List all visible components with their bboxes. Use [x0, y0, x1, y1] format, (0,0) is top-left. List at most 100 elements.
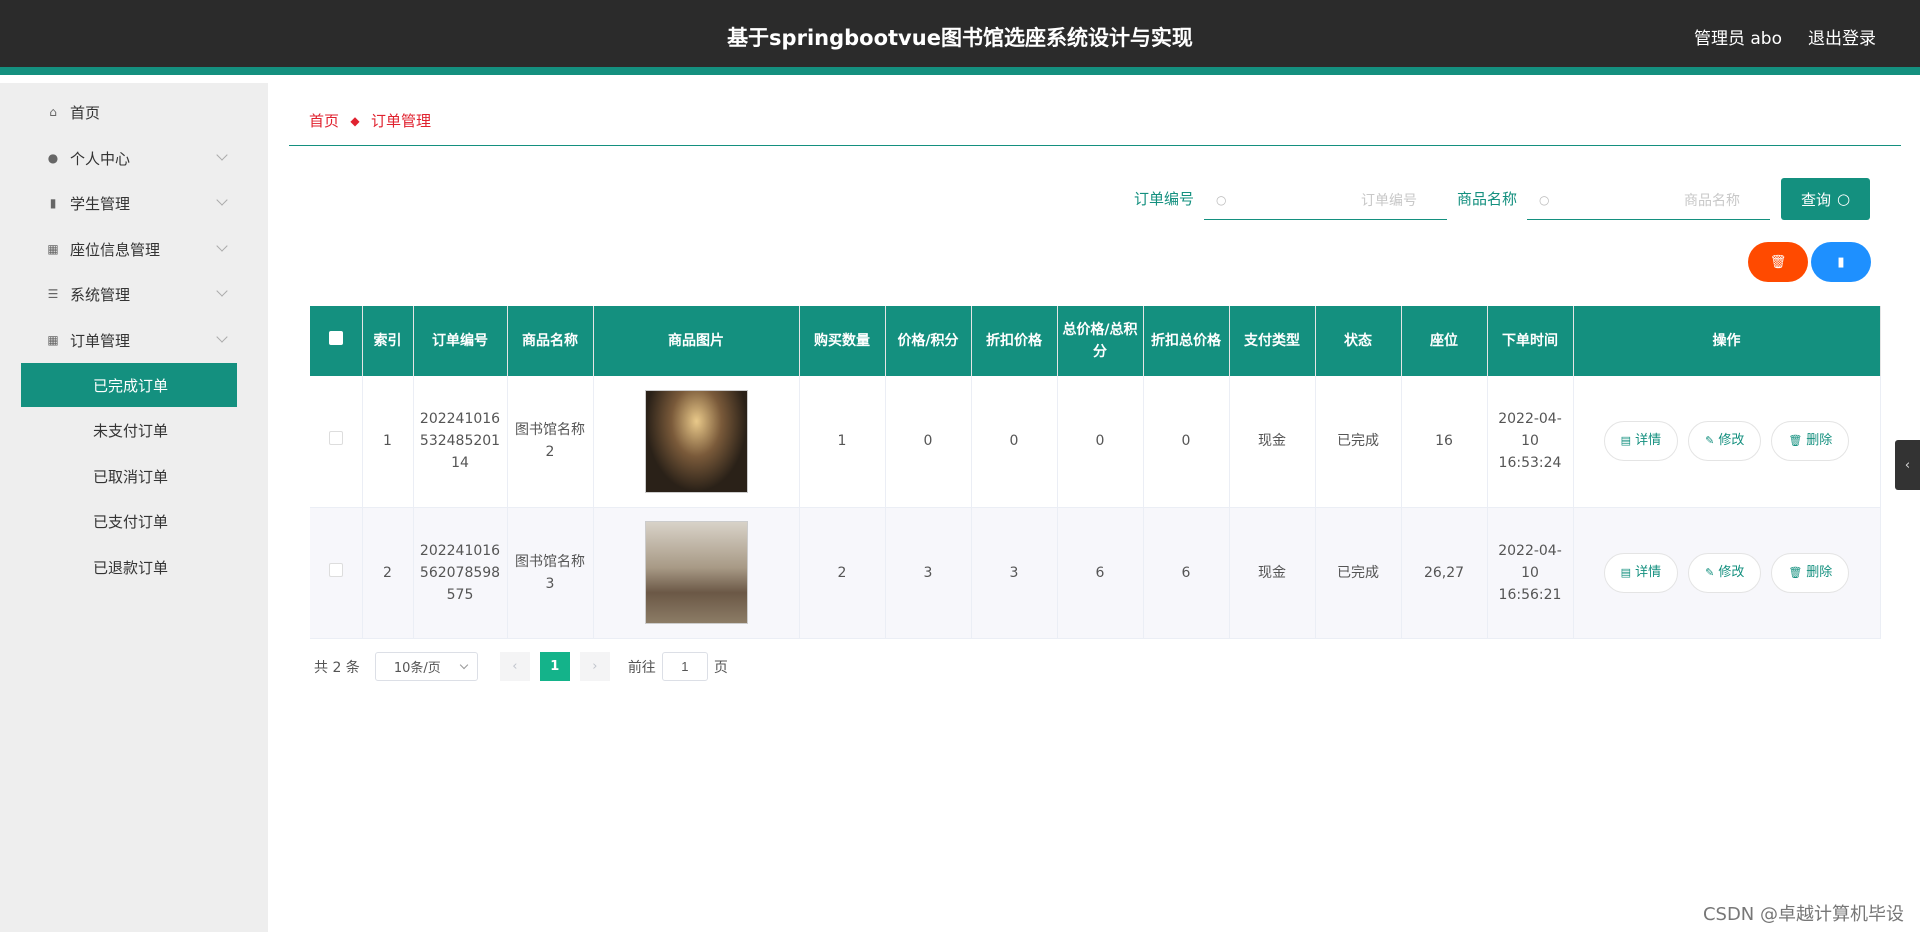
sidebar-subitem-paid-orders[interactable]: 已支付订单	[21, 499, 237, 543]
goto-suffix: 页	[713, 659, 728, 676]
order-no-search[interactable]: ○	[1204, 180, 1447, 220]
order-no-input[interactable]	[1226, 191, 1447, 208]
next-page-button[interactable]: ›	[579, 652, 610, 681]
sidebar-item-students[interactable]: ▮ 学生管理	[46, 183, 236, 223]
chevron-down-icon	[216, 240, 228, 252]
goto-prefix: 前往	[627, 659, 656, 676]
row-select-cell	[310, 507, 363, 639]
search-icon: ○	[1539, 192, 1550, 207]
column-header: 索引	[362, 306, 414, 376]
column-header: 支付类型	[1229, 306, 1316, 376]
sidebar-item-label: 系统管理	[70, 285, 131, 304]
sidebar-item-label: 首页	[70, 103, 101, 122]
total-cell: 0	[1057, 376, 1144, 508]
sidebar-item-orders[interactable]: ▦ 订单管理	[46, 320, 236, 360]
index-cell: 1	[362, 376, 414, 508]
actions-cell: ▤ 详情 ✎ 修改 🗑 删除	[1573, 376, 1881, 508]
search-icon: ○	[1836, 190, 1851, 208]
pagination: 共 2 条 10条/页 ‹ 1 › 前往 页	[314, 652, 728, 681]
sidebar-item-label: 订单管理	[70, 331, 131, 350]
page-number[interactable]: 1	[539, 652, 570, 681]
current-user: 管理员 abo	[1693, 29, 1782, 49]
collapse-tab[interactable]: ‹	[1895, 440, 1920, 490]
edit-label: 修改	[1718, 564, 1745, 580]
sidebar-subitem-cancelled-orders[interactable]: 已取消订单	[21, 454, 237, 498]
row-select-cell	[310, 376, 363, 508]
logout-link[interactable]: 退出登录	[1808, 24, 1876, 49]
column-header: 购买数量	[799, 306, 886, 376]
product-name-input[interactable]	[1549, 191, 1770, 208]
column-header: 座位	[1401, 306, 1488, 376]
sidebar-subitem-unpaid-orders[interactable]: 未支付订单	[21, 408, 237, 452]
sidebar-subitem-refunded-orders[interactable]: 已退款订单	[21, 545, 237, 589]
batch-delete-button[interactable]: 🗑	[1748, 242, 1808, 282]
table-header-row: 索引 订单编号 商品名称 商品图片 购买数量 价格/积分 折扣价格 总价格/总积…	[310, 306, 1881, 376]
delete-button[interactable]: 🗑 删除	[1771, 552, 1850, 593]
time-cell: 2022-04-10 16:56:21	[1487, 507, 1574, 639]
sidebar-item-seats[interactable]: ▦ 座位信息管理	[46, 229, 236, 269]
sidebar-item-home[interactable]: ⌂ 首页	[46, 92, 236, 132]
page-size-select[interactable]: 10条/页	[374, 652, 478, 681]
price-cell: 3	[885, 507, 972, 639]
search-icon: ○	[1216, 192, 1227, 207]
sidebar-item-profile[interactable]: ● 个人中心	[46, 138, 236, 178]
actions-cell: ▤ 详情 ✎ 修改 🗑 删除	[1573, 507, 1881, 639]
edit-button[interactable]: ✎ 修改	[1688, 552, 1762, 593]
table-row: 1 2022410165324852​0114 图书馆名称2 1 0 0 0 0…	[310, 376, 1881, 508]
sidebar-item-system[interactable]: ☰ 系统管理	[46, 274, 236, 314]
prev-page-button[interactable]: ‹	[499, 652, 530, 681]
detail-button[interactable]: ▤ 详情	[1603, 552, 1679, 593]
delete-label: 删除	[1806, 564, 1833, 580]
status-cell: 已完成	[1315, 376, 1402, 508]
statistics-button[interactable]: ▮	[1811, 242, 1871, 282]
goto-page-input[interactable]	[661, 652, 708, 681]
delete-button[interactable]: 🗑 删除	[1771, 421, 1850, 462]
price-cell: 0	[885, 376, 972, 508]
table-row: 2 2022410165620785​98575 图书馆名称3 2 3 3 6 …	[310, 507, 1881, 639]
select-all-checkbox[interactable]	[328, 331, 343, 345]
breadcrumb-home[interactable]: 首页	[309, 110, 339, 131]
sidebar-subitem-completed-orders[interactable]: 已完成订单	[21, 363, 237, 407]
document-icon: ▤	[1620, 565, 1632, 579]
menu-icon: ☰	[47, 287, 59, 301]
column-header: 价格/积分	[885, 306, 972, 376]
order-no-label: 订单编号	[1134, 190, 1195, 208]
chevron-down-icon	[216, 331, 228, 343]
detail-label: 详情	[1635, 433, 1662, 449]
grid-icon: ▦	[47, 242, 59, 256]
trash-icon: 🗑	[1788, 434, 1803, 448]
chevron-down-icon	[216, 285, 228, 297]
detail-label: 详情	[1635, 564, 1662, 580]
seat-cell: 26,27	[1401, 507, 1488, 639]
edit-button[interactable]: ✎ 修改	[1688, 421, 1762, 462]
delete-label: 删除	[1806, 433, 1833, 449]
chevron-down-icon	[216, 149, 228, 161]
chevron-left-icon: ‹	[1904, 457, 1911, 473]
app-title: 基于springbootvue图书馆选座系统设计与实现	[727, 26, 1193, 50]
goto-page: 前往 页	[628, 652, 728, 681]
trash-icon: 🗑	[1769, 254, 1787, 270]
edit-label: 修改	[1718, 433, 1745, 449]
column-header: 折扣价格	[971, 306, 1058, 376]
pencil-icon: ✎	[1705, 565, 1715, 579]
query-button[interactable]: 查询 ○	[1781, 178, 1870, 220]
grid-icon: ▦	[47, 333, 59, 347]
qty-cell: 1	[799, 376, 886, 508]
top-bar: 基于springbootvue图书馆选座系统设计与实现 管理员 abo 退出登录	[0, 0, 1920, 75]
chevron-down-icon	[216, 194, 228, 206]
column-header: 商品名称	[507, 306, 594, 376]
pencil-icon: ✎	[1705, 434, 1715, 448]
order-no-cell: 2022410165324852​0114	[413, 376, 508, 508]
pay-type-cell: 现金	[1229, 376, 1316, 508]
row-checkbox[interactable]	[328, 562, 343, 577]
status-cell: 已完成	[1315, 507, 1402, 639]
product-name-label: 商品名称	[1457, 190, 1518, 208]
page-size-value: 10条/页	[393, 661, 441, 676]
product-name-search[interactable]: ○	[1527, 180, 1770, 220]
row-checkbox[interactable]	[328, 431, 343, 446]
chevron-right-icon: ›	[592, 659, 598, 674]
product-image	[644, 389, 748, 493]
detail-button[interactable]: ▤ 详情	[1603, 421, 1679, 462]
column-header: 状态	[1315, 306, 1402, 376]
home-icon: ⌂	[49, 105, 57, 119]
